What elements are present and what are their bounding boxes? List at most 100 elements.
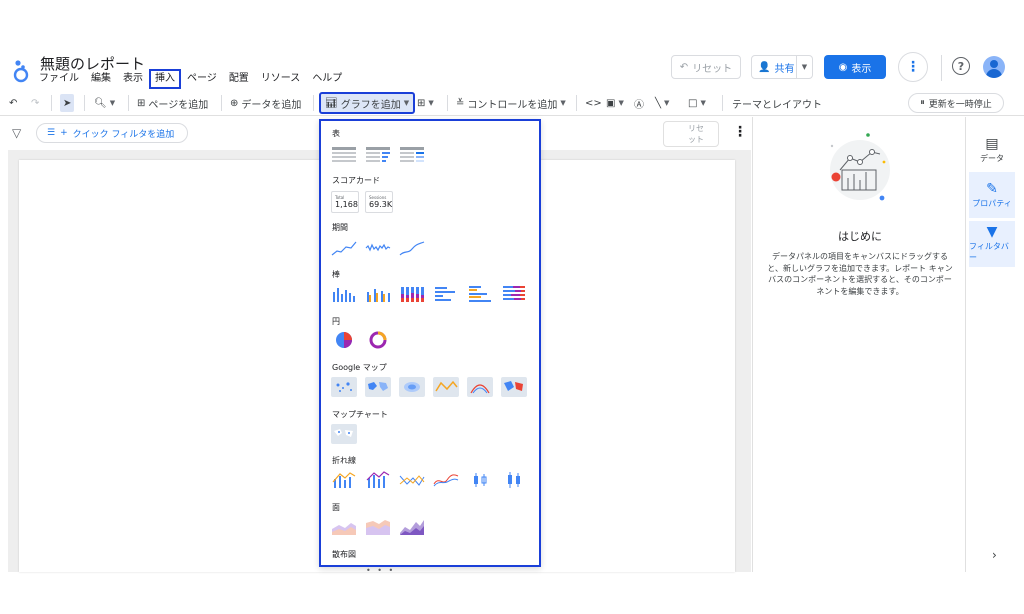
page-indicator-dots: • • • — [366, 566, 396, 575]
section-timeseries-title: 期間 — [332, 223, 348, 232]
line-map-option[interactable] — [433, 377, 459, 397]
rail-properties-tab[interactable]: ✎ プロパティ — [969, 172, 1015, 218]
grouped-column-chart-option[interactable] — [365, 284, 391, 304]
grouped-bar-chart-option[interactable] — [467, 284, 493, 304]
choropleth-map-option[interactable] — [501, 377, 527, 397]
report-title[interactable]: 無題のレポート — [40, 53, 145, 74]
smoothed-timeseries-option[interactable] — [399, 238, 425, 258]
rail-filter-tab[interactable]: ▼ フィルタバー — [969, 221, 1015, 267]
line-row — [331, 470, 527, 490]
reset-button[interactable]: ↶ リセット — [671, 55, 741, 79]
line-icon: ╲ — [655, 97, 662, 109]
stacked-bar-chart-option[interactable] — [501, 284, 527, 304]
share-dropdown-icon[interactable]: ▼ — [796, 56, 812, 78]
shape-button[interactable]: □ ▼ — [688, 94, 706, 112]
table-bars-chart-option[interactable] — [365, 145, 391, 165]
smoothed-line-chart-option[interactable] — [433, 470, 459, 490]
candlestick-chart-option[interactable] — [467, 470, 493, 490]
add-chart-icon: 📊︎ — [325, 97, 338, 109]
pie-chart-option[interactable] — [331, 330, 357, 350]
theme-layout-button[interactable]: テーマとレイアウト — [732, 94, 822, 112]
funnel-icon: ▼ — [986, 224, 998, 240]
add-data-button[interactable]: ⊕ データを追加 — [230, 94, 301, 112]
section-scatter-title: 散布図 — [332, 550, 356, 559]
donut-chart-option[interactable] — [365, 330, 391, 350]
map-chart-row — [331, 424, 357, 444]
section-scorecard-title: スコアカード — [332, 176, 380, 185]
avatar[interactable] — [983, 56, 1005, 78]
menu-arrange[interactable]: 配置 — [226, 72, 252, 86]
add-chart-button[interactable]: 📊︎ グラフを追加 ▼ — [318, 92, 416, 114]
filter-lines-icon: ☰ — [47, 128, 56, 138]
section-table-title: 表 — [332, 129, 340, 138]
select-cursor-icon[interactable]: ➤ — [60, 94, 75, 112]
more-options-button[interactable]: ⋮ — [898, 52, 928, 82]
chevron-right-icon[interactable]: › — [992, 548, 997, 562]
embed-code-icon[interactable]: <> — [585, 94, 602, 112]
section-bar-title: 棒 — [332, 270, 340, 279]
heatmap-map-option[interactable] — [399, 377, 425, 397]
zoom-button[interactable]: 🔍︎ ▼ — [94, 94, 115, 112]
share-button[interactable]: 👤 共有 ▼ — [751, 55, 813, 79]
stacked-combo-chart-option[interactable] — [365, 470, 391, 490]
boxplot-chart-option[interactable] — [501, 470, 527, 490]
text-box-icon[interactable]: Ⓐ — [634, 94, 644, 112]
filter-icon[interactable]: ▽ — [12, 126, 21, 140]
combo-chart-option[interactable] — [331, 470, 357, 490]
quick-filter-button[interactable]: ☰ + クイック フィルタを追加 — [36, 123, 188, 143]
menu-view[interactable]: 表示 — [120, 72, 146, 86]
menu-bar: ファイル 編集 表示 挿入 ページ 配置 リソース ヘルプ — [36, 69, 351, 89]
menu-help[interactable]: ヘルプ — [309, 72, 345, 86]
menu-insert[interactable]: 挿入 — [149, 69, 181, 89]
table-chart-option[interactable] — [331, 145, 357, 165]
help-icon[interactable]: ? — [952, 57, 970, 75]
toolbar: ↶ ↷ ➤ 🔍︎ ▼ ⊞ ページを追加 ⊕ データを追加 📊︎ グラフを追加 ▼ … — [0, 90, 1024, 116]
geo-chart-option[interactable] — [331, 424, 357, 444]
pause-icon: ⏸ — [920, 98, 925, 108]
line-chart-option[interactable] — [399, 470, 425, 490]
image-icon: ▣ — [606, 97, 616, 109]
scorecard-option[interactable]: Total 1,168 — [331, 191, 359, 213]
bubble-map-option[interactable] — [331, 377, 357, 397]
plus-icon: + — [60, 128, 68, 138]
panel-description: データパネルの項目をキャンバスにドラッグすると、新しいグラフを追加できます。レポ… — [767, 252, 953, 296]
bar-chart-option[interactable] — [433, 284, 459, 304]
undo-arrow-icon: ↶ — [679, 61, 689, 73]
canvas-more-icon[interactable]: ⋮ — [733, 124, 747, 140]
connection-map-option[interactable] — [467, 377, 493, 397]
add-control-button[interactable]: ≚ コントロールを追加 ▼ — [456, 94, 566, 112]
menu-file[interactable]: ファイル — [36, 72, 82, 86]
stacked-area-chart-option[interactable] — [365, 517, 391, 537]
image-button[interactable]: ▣ ▼ — [606, 94, 624, 112]
pause-updates-button[interactable]: ⏸ 更新を一時停止 — [908, 93, 1004, 113]
table-heatmap-chart-option[interactable] — [399, 145, 425, 165]
sparkline-chart-option[interactable] — [365, 238, 391, 258]
section-area-title: 面 — [332, 503, 340, 512]
column-chart-option[interactable] — [331, 284, 357, 304]
control-icon: ≚ — [456, 97, 465, 109]
add-page-button[interactable]: ⊞ ページを追加 — [137, 94, 208, 112]
section-pie-title: 円 — [332, 317, 340, 326]
stacked-column-chart-option[interactable] — [399, 284, 425, 304]
community-viz-icon: ⊞ — [417, 97, 426, 109]
canvas-reset-button[interactable]: リセ ット — [663, 121, 719, 147]
line-button[interactable]: ╲ ▼ — [655, 94, 669, 112]
rail-data-tab[interactable]: ▤ データ — [969, 127, 1015, 173]
panel-title: はじめに — [838, 230, 882, 243]
menu-resource[interactable]: リソース — [258, 72, 304, 86]
timeseries-chart-option[interactable] — [331, 238, 357, 258]
redo-icon[interactable]: ↷ — [31, 94, 39, 112]
filled-map-option[interactable] — [365, 377, 391, 397]
scorecard-compact-option[interactable]: Sessions 69.3K — [365, 191, 393, 213]
section-google-maps-title: Google マップ — [332, 363, 387, 372]
menu-page[interactable]: ページ — [184, 72, 220, 86]
zoom-icon: 🔍︎ — [94, 97, 107, 109]
percent-area-chart-option[interactable] — [399, 517, 425, 537]
menu-edit[interactable]: 編集 — [88, 72, 114, 86]
area-chart-option[interactable] — [331, 517, 357, 537]
community-viz-button[interactable]: ⊞ ▼ — [417, 94, 434, 112]
undo-icon[interactable]: ↶ — [9, 94, 17, 112]
view-button[interactable]: ◉ 表示 — [824, 55, 886, 79]
rectangle-icon: □ — [688, 97, 698, 109]
database-icon: ▤ — [985, 135, 999, 152]
